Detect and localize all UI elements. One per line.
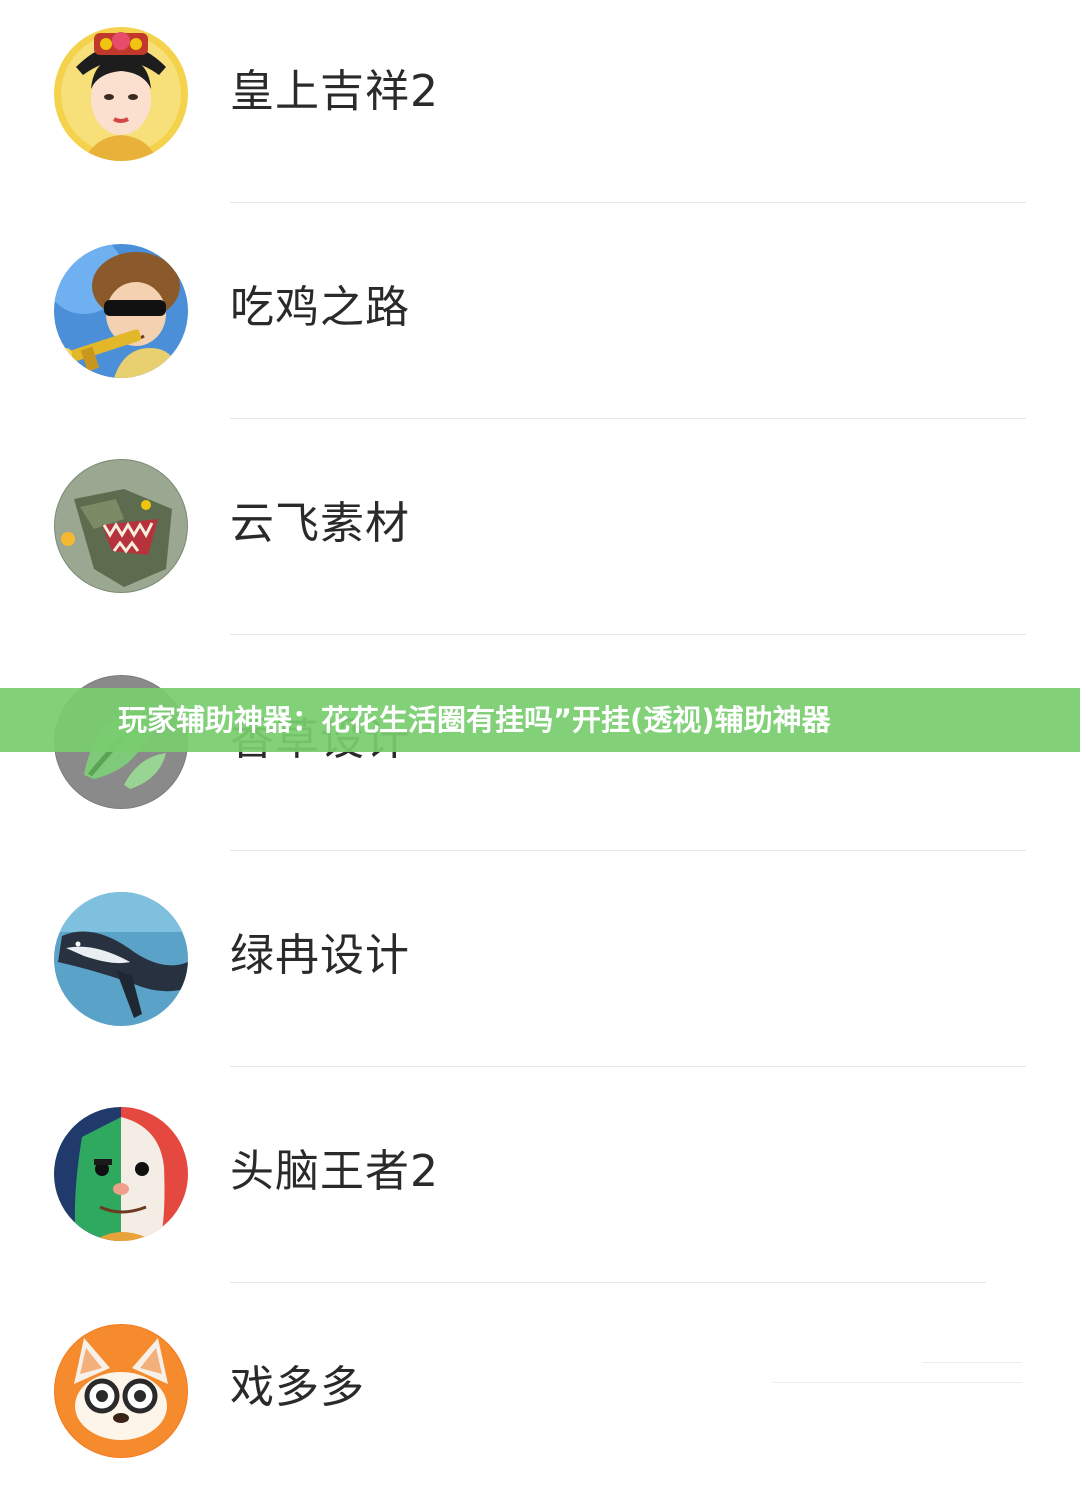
list-item-label: 戏多多 [230, 1362, 365, 1413]
list-item-label: 云飞素材 [230, 498, 410, 549]
list-item-label: 吃鸡之路 [230, 282, 410, 333]
list-item-label: 绿冉设计 [230, 930, 410, 981]
divider [230, 634, 1026, 635]
divider [230, 418, 1026, 419]
divider [230, 1066, 1026, 1067]
divider [230, 850, 1026, 851]
whale-avatar-icon [54, 892, 188, 1026]
fox-avatar-icon [54, 1324, 188, 1458]
list-item[interactable]: 头脑王者2 [0, 1080, 1080, 1296]
split-face-avatar-icon [54, 1107, 188, 1241]
list-item-label: 皇上吉祥2 [230, 66, 439, 117]
list-item[interactable]: 香草设计 [0, 648, 1080, 864]
divider [230, 1282, 986, 1283]
list-item[interactable]: 皇上吉祥2 [0, 0, 1080, 216]
list-item[interactable]: 戏多多 [0, 1296, 1080, 1512]
divider [230, 202, 1026, 203]
list-item-label: 头脑王者2 [230, 1146, 439, 1197]
banner-text: 玩家辅助神器：花花生活圈有挂吗”开挂(透视)辅助神器 [118, 703, 831, 737]
empress-avatar-icon [54, 27, 188, 161]
list-item[interactable]: 吃鸡之路 [0, 216, 1080, 432]
overlay-banner: 玩家辅助神器：花花生活圈有挂吗”开挂(透视)辅助神器 [0, 688, 1080, 752]
dragon-avatar-icon [54, 459, 188, 593]
divider [772, 1382, 1022, 1383]
list-item[interactable]: 绿冉设计 [0, 864, 1080, 1080]
divider [922, 1362, 1022, 1363]
soldier-cartoon-avatar-icon [54, 244, 188, 378]
list-item[interactable]: 云飞素材 [0, 432, 1080, 648]
